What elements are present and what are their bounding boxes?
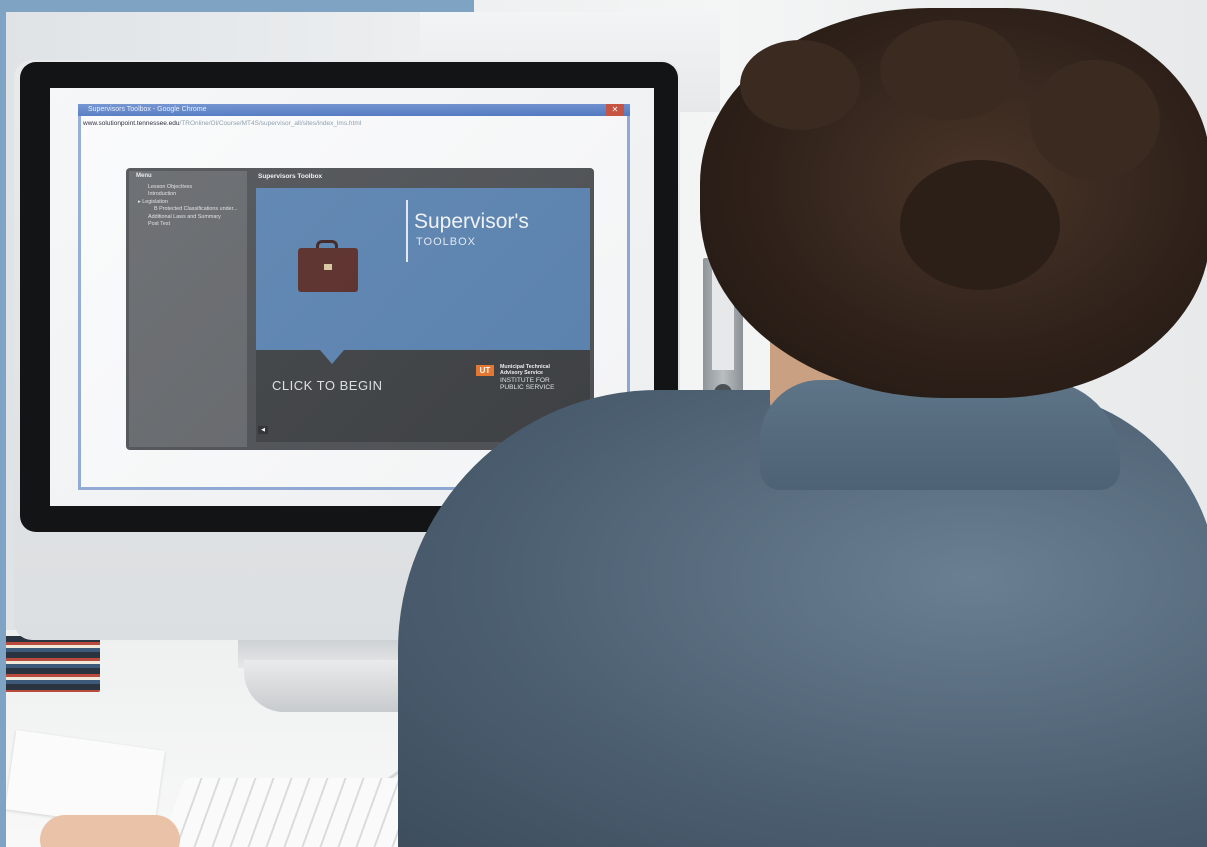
office-photo-background: Supervisors Toolbox - Google Chrome ✕ ww… [0, 0, 1207, 847]
hair-curl [740, 40, 860, 130]
hair-curl [1030, 60, 1160, 180]
slide-title: Supervisor's [414, 210, 529, 233]
frame-band-left [0, 0, 6, 847]
menu-list: Lesson Objectives Introduction ▸ Legisla… [138, 184, 244, 228]
menu-item[interactable]: Additional Laws and Summary [138, 214, 244, 221]
menu-item[interactable]: ▸ Legislation [138, 199, 244, 206]
menu-title: Menu [136, 173, 152, 179]
hand [40, 815, 180, 847]
slide-pointer [320, 350, 344, 364]
url-path: /TROnline/Ol/Course/MT4S/supervisor_all/… [179, 120, 362, 127]
menu-item[interactable]: Lesson Objectives [138, 184, 244, 191]
browser-title-bar: Supervisors Toolbox - Google Chrome [78, 104, 630, 116]
menu-item[interactable]: Post Test [138, 221, 244, 228]
slide-subtitle: TOOLBOX [416, 236, 476, 248]
frame-band-top [0, 0, 474, 12]
menu-item-label: Legislation [142, 198, 168, 205]
org-line: INSTITUTE FOR [500, 376, 550, 384]
org-line: PUBLIC SERVICE [500, 384, 555, 392]
click-to-begin-button[interactable]: CLICK TO BEGIN [272, 378, 383, 393]
course-header-title: Supervisors Toolbox [258, 173, 323, 180]
title-divider [406, 200, 408, 262]
hair-curl [880, 20, 1020, 120]
speaker-icon[interactable]: ◀ [258, 426, 268, 434]
url-host: www.solutionpoint.tennessee.edu [83, 120, 180, 127]
close-icon[interactable]: ✕ [606, 104, 624, 116]
organization-name: Municipal Technical Advisory Service INS… [500, 364, 580, 392]
ut-logo: UT [476, 365, 494, 376]
menu-item[interactable]: B Protected Classifications under... [138, 206, 244, 213]
address-bar[interactable]: www.solutionpoint.tennessee.edu/TROnline… [83, 119, 629, 129]
keyboard [155, 778, 425, 847]
hair-curl [900, 160, 1060, 290]
book-stack [4, 636, 100, 692]
menu-item[interactable]: Introduction [138, 191, 244, 198]
briefcase-icon [298, 240, 358, 292]
